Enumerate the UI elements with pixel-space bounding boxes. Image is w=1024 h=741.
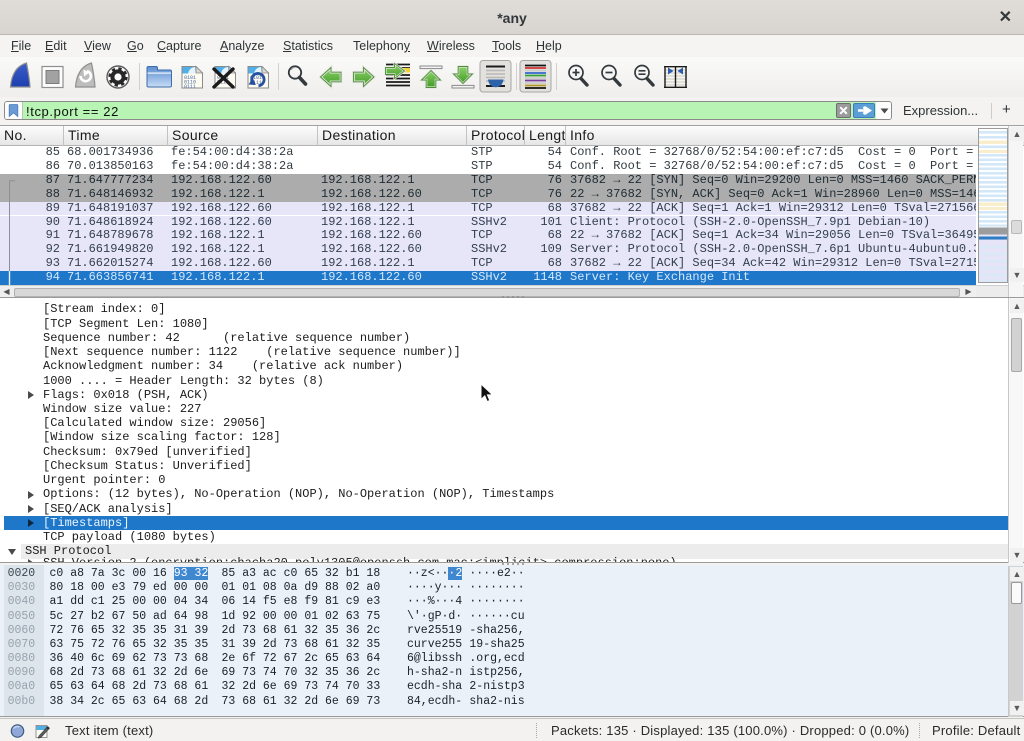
svg-text:0111: 0111 — [184, 84, 196, 90]
